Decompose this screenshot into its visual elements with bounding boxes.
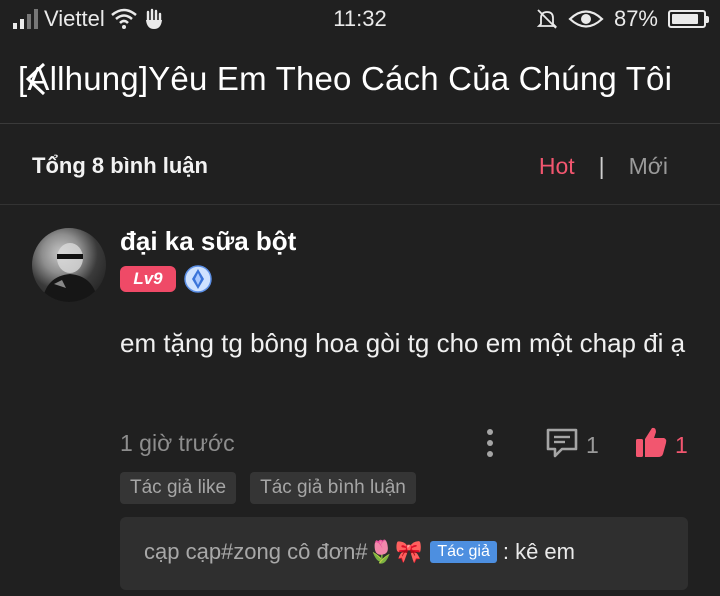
- title-bar: [Allhung]Yêu Em Theo Cách Của Chúng Tôi: [0, 40, 720, 124]
- avatar[interactable]: [32, 228, 106, 302]
- thumbs-up-icon[interactable]: [634, 425, 668, 459]
- tag-author-comment: Tác giả bình luận: [250, 472, 416, 504]
- battery-icon: [668, 10, 709, 28]
- comments-header: Tổng 8 bình luận Hot | Mới: [0, 125, 720, 205]
- sort-separator: |: [598, 153, 605, 179]
- comment-content: em tặng tg bông hoa gòi tg cho em một ch…: [120, 328, 686, 358]
- comment-username[interactable]: đại ka sữa bột: [120, 226, 296, 257]
- level-badge: Lv9: [120, 266, 176, 292]
- page-title: [Allhung]Yêu Em Theo Cách Của Chúng Tôi: [18, 60, 673, 97]
- more-options-icon[interactable]: [484, 426, 496, 460]
- status-right: 87%: [536, 6, 709, 32]
- reply-count: 1: [586, 432, 599, 458]
- reply-text: : kê em: [502, 539, 575, 564]
- author-badge: Tác giả: [430, 541, 497, 563]
- sort-options: Hot | Mới: [539, 153, 668, 180]
- sort-hot-tab[interactable]: Hot: [539, 153, 575, 180]
- status-bar: Viettel 11:32 87%: [0, 0, 720, 40]
- crystal-badge-icon: [184, 265, 212, 293]
- avatar-image: [42, 243, 98, 302]
- eye-icon: [568, 10, 604, 28]
- comment-item: đại ka sữa bột Lv9 em tặng tg bông hoa g…: [0, 206, 720, 596]
- tag-author-like: Tác giả like: [120, 472, 237, 504]
- sort-new-tab[interactable]: Mới: [629, 153, 668, 180]
- comment-time: 1 giờ trước: [120, 430, 235, 456]
- reply-preview[interactable]: cạp cạp#zong cô đơn#🌷🎀 Tác giả : kê em: [120, 517, 688, 590]
- mute-bell-icon: [536, 9, 558, 29]
- battery-percent: 87%: [613, 6, 658, 31]
- comment-count: Tổng 8 bình luận: [32, 153, 208, 178]
- battery-fill: [672, 14, 699, 24]
- reply-username[interactable]: cạp cạp#zong cô đơn#🌷🎀: [144, 539, 422, 565]
- like-count: 1: [675, 432, 688, 458]
- reply-line: cạp cạp#zong cô đơn#🌷🎀 Tác giả : kê em: [144, 539, 575, 565]
- reply-icon[interactable]: [545, 427, 579, 459]
- author-tags: Tác giả like Tác giả bình luận: [120, 472, 416, 504]
